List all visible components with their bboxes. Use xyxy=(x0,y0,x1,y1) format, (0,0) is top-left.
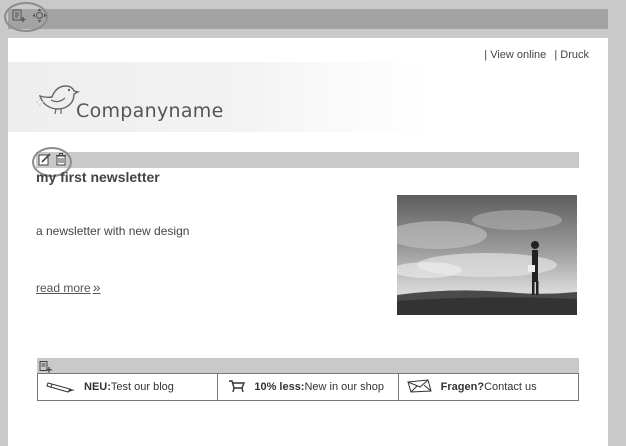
footer-item-text: 10% less:New in our shop xyxy=(254,381,384,393)
envelope-icon xyxy=(407,378,433,396)
footer-item-shop[interactable]: 10% less:New in our shop xyxy=(217,374,397,400)
separator: | xyxy=(484,49,488,61)
read-more-label: read more xyxy=(36,281,91,295)
footer-item-bold: NEU: xyxy=(84,381,111,393)
footer-item-label: Test our blog xyxy=(110,381,174,393)
footer-item-contact[interactable]: Fragen?Contact us xyxy=(397,374,578,400)
cart-icon xyxy=(228,379,246,396)
footer-item-label: Contact us xyxy=(484,381,537,393)
article-block-toolbar xyxy=(36,152,579,168)
footer-item-text: Fragen?Contact us xyxy=(441,381,537,393)
footer-item-label: New in our shop xyxy=(304,381,384,393)
footer-links-row: NEU:Test our blog 10% less:New in our sh… xyxy=(37,373,579,401)
read-more-arrow: » xyxy=(92,279,101,295)
separator: | xyxy=(554,49,558,61)
footer-item-blog[interactable]: NEU:Test our blog xyxy=(38,374,217,400)
toolbar-icons xyxy=(8,4,47,28)
move-icon[interactable] xyxy=(32,8,47,28)
footer-item-bold: 10% less: xyxy=(254,381,305,393)
pencil-icon xyxy=(46,379,76,396)
footer-block-toolbar xyxy=(37,358,579,373)
print-link[interactable]: Druck xyxy=(560,49,589,61)
article-title: my first newsletter xyxy=(36,169,160,185)
article-text: a newsletter with new design xyxy=(36,224,190,238)
footer-item-bold: Fragen? xyxy=(440,381,485,393)
view-online-link[interactable]: View online xyxy=(490,49,546,61)
bird-icon xyxy=(35,78,81,121)
newsletter-canvas: | View online | Druck Companyname my fir… xyxy=(8,38,608,446)
header-links: | View online | Druck xyxy=(482,49,589,61)
article-image xyxy=(397,195,577,315)
footer-item-text: NEU:Test our blog xyxy=(84,381,174,393)
add-block-icon[interactable] xyxy=(12,9,26,28)
read-more-link[interactable]: read more» xyxy=(36,279,101,295)
editor-toolbar xyxy=(8,9,608,29)
company-name: Companyname xyxy=(76,100,224,122)
